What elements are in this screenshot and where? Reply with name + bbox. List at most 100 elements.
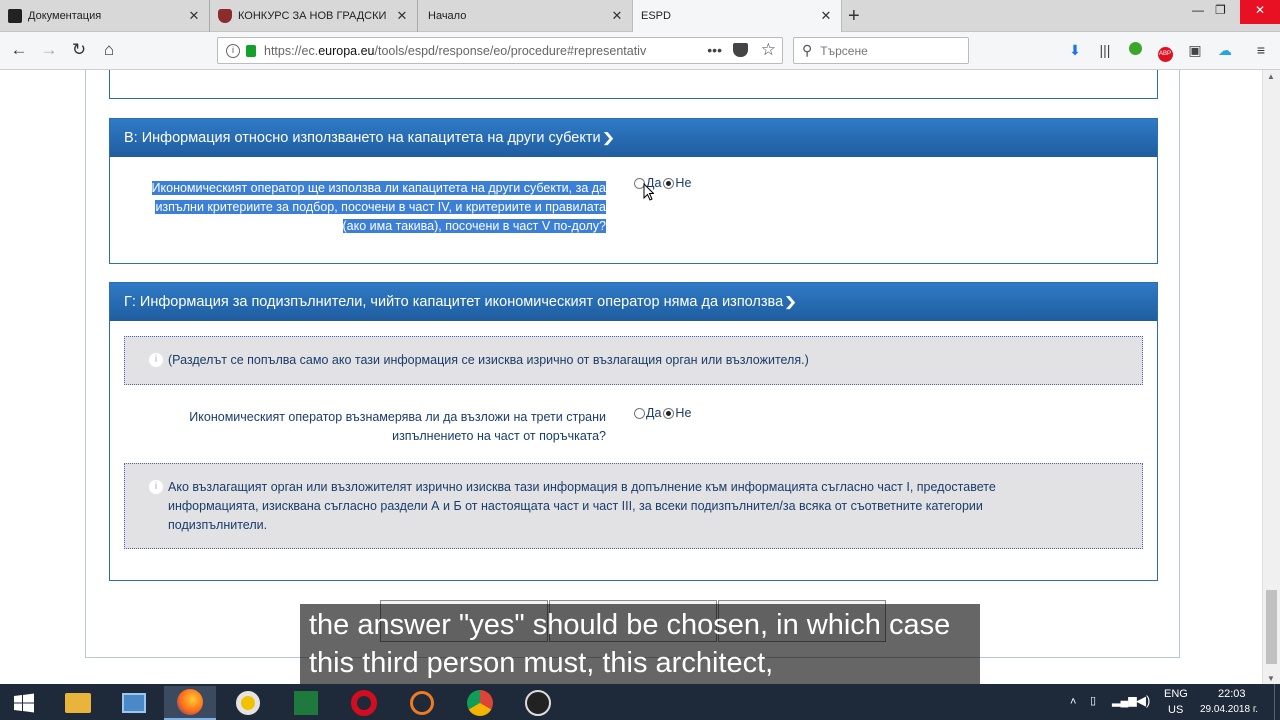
radio-no-label: Не — [675, 406, 692, 420]
firefox-icon — [177, 689, 203, 715]
show-desktop-button[interactable] — [1274, 684, 1280, 720]
scrollbar-thumb[interactable] — [1266, 590, 1277, 664]
page-viewport: В: Информация относно използването на ка… — [0, 70, 1262, 685]
menu-icon[interactable]: ≡ — [1252, 41, 1270, 59]
library-icon[interactable]: ||| — [1096, 41, 1114, 59]
restore-icon[interactable]: ❐ — [1215, 3, 1226, 17]
cloud-icon[interactable]: ☁ — [1216, 41, 1234, 59]
taskbar-obs[interactable] — [512, 686, 564, 720]
clock-time[interactable]: 22:03 — [1218, 688, 1246, 700]
video-subtitle: the answer "yes" should be chosen, in wh… — [300, 604, 980, 684]
tab-title: Начало — [428, 10, 467, 22]
obs-icon — [525, 690, 551, 716]
radio-no-label: Не — [675, 176, 692, 190]
page-actions-icon[interactable]: ••• — [707, 42, 722, 58]
section-b-question: Икономическият оператор ще използва ли к… — [151, 181, 606, 233]
search-icon: ⚲ — [802, 42, 813, 58]
taskbar-excel[interactable] — [280, 686, 332, 720]
language-region[interactable]: US — [1168, 704, 1183, 716]
sidebar-icon[interactable]: ▣ — [1186, 41, 1204, 59]
section-b-title: В: Информация относно използването на ка… — [124, 130, 601, 146]
folder-icon — [65, 693, 91, 713]
section-g-info: Ако възлагащият орган или възложителят и… — [168, 480, 996, 532]
previous-panel — [109, 70, 1158, 99]
info-icon: i — [149, 353, 163, 367]
back-icon[interactable]: ← — [8, 40, 30, 60]
spreadsheet-icon — [294, 691, 318, 715]
section-b-panel: В: Информация относно използването на ка… — [109, 118, 1158, 264]
radio-no[interactable] — [663, 177, 675, 189]
section-g-header[interactable]: Г: Информация за подизпълнители, чийто к… — [110, 283, 1157, 321]
mouse-cursor-icon — [643, 183, 654, 201]
close-tab-icon[interactable]: ✕ — [819, 8, 833, 24]
radio-no[interactable] — [663, 407, 675, 419]
taskbar-app-7[interactable] — [396, 686, 448, 720]
tab-documentation[interactable]: Документация ✕ — [0, 0, 210, 32]
lock-icon — [246, 44, 256, 57]
language-code[interactable]: ENG — [1164, 688, 1188, 700]
tab-contest[interactable]: КОНКУРС ЗА НОВ ГРАДСКИ ... ✕ — [210, 0, 418, 32]
orange-app-icon — [410, 691, 434, 715]
disc-icon — [236, 691, 260, 715]
tab-title: Документация — [28, 10, 102, 22]
section-g-panel: Г: Информация за подизпълнители, чийто к… — [109, 282, 1158, 581]
forward-icon[interactable]: → — [38, 40, 60, 60]
close-tab-icon[interactable]: ✕ — [395, 8, 409, 24]
chevron-down-icon[interactable]: ❯ — [784, 294, 798, 310]
shield-icon — [218, 9, 232, 23]
tab-espd[interactable]: ESPD ✕ — [632, 0, 842, 32]
section-g-info-box: i Ако възлагащият орган или възложителят… — [124, 463, 1143, 549]
signal-icon[interactable]: ▂▄▆ — [1112, 694, 1137, 707]
pocket-icon[interactable] — [733, 43, 748, 57]
section-g-note-box: i (Разделът се попълва само ако тази инф… — [124, 336, 1143, 385]
bookmark-star-icon[interactable]: ☆ — [761, 40, 776, 60]
network-icon[interactable]: ▯ — [1090, 694, 1096, 707]
start-button[interactable] — [0, 686, 48, 720]
scroll-down-icon[interactable]: ▼ — [1267, 674, 1275, 683]
radio-yes[interactable] — [634, 407, 645, 419]
radio-yes-label: Да — [646, 406, 662, 420]
home-icon[interactable]: ⌂ — [98, 40, 120, 60]
taskbar-chrome[interactable] — [454, 686, 506, 720]
search-placeholder: Търсене — [820, 43, 868, 58]
close-tab-icon[interactable]: ✕ — [610, 8, 624, 24]
tab-title: КОНКУРС ЗА НОВ ГРАДСКИ ... — [238, 10, 388, 22]
section-g-title: Г: Информация за подизпълнители, чийто к… — [124, 294, 784, 310]
section-b-header[interactable]: В: Информация относно използването на ка… — [110, 119, 1157, 157]
reload-icon[interactable]: ↻ — [68, 40, 90, 60]
section-g-radio-group: Да Не — [634, 406, 691, 420]
tab-title: ESPD — [641, 10, 671, 22]
scroll-up-icon[interactable]: ▲ — [1267, 72, 1275, 81]
section-g-note: (Разделът се попълва само ако тази инфор… — [168, 353, 809, 367]
vertical-scrollbar[interactable]: ▲ ▼ — [1262, 70, 1280, 685]
info-icon[interactable]: i — [226, 43, 240, 58]
clock-date[interactable]: 29.04.2018 г. — [1200, 704, 1258, 715]
info-icon: i — [149, 480, 163, 494]
new-tab-icon[interactable]: + — [848, 5, 860, 28]
taskbar-app-4[interactable] — [222, 686, 274, 720]
tab-home[interactable]: Начало ✕ — [420, 0, 632, 32]
close-tab-icon[interactable]: ✕ — [187, 8, 201, 24]
close-window-icon[interactable]: ✕ — [1240, 0, 1280, 24]
address-bar[interactable]: i https://ec.europa.eu/tools/espd/respon… — [217, 37, 783, 64]
document-icon — [8, 9, 22, 23]
download-icon[interactable]: ⬇ — [1066, 41, 1084, 59]
taskbar-firefox[interactable] — [164, 686, 216, 720]
tab-strip: Документация ✕ КОНКУРС ЗА НОВ ГРАДСКИ ..… — [0, 0, 1280, 32]
section-g-question: Икономическият оператор възнамерява ли д… — [189, 410, 606, 443]
taskbar-explorer[interactable] — [52, 686, 104, 720]
minimize-icon[interactable]: — — [1192, 3, 1204, 17]
search-input[interactable]: ⚲ Търсене — [793, 37, 969, 64]
taskbar-app-2[interactable] — [108, 686, 160, 720]
chevron-down-icon[interactable]: ❯ — [601, 130, 615, 146]
opera-icon — [351, 690, 377, 716]
volume-icon[interactable]: ◀) — [1136, 693, 1150, 709]
url-text[interactable]: https://ec.europa.eu/tools/espd/response… — [264, 44, 694, 58]
chrome-icon — [467, 690, 493, 716]
adblock-icon[interactable]: ABP — [1156, 41, 1174, 62]
taskbar-opera[interactable] — [338, 686, 390, 720]
taskbar: ˄ ▯ ▂▄▆ ◀) ENG US 22:03 29.04.2018 г. — [0, 684, 1280, 720]
extension-green-icon[interactable] — [1126, 41, 1144, 59]
tray-up-arrow-icon[interactable]: ˄ — [1070, 696, 1076, 708]
windows-logo-icon — [14, 693, 34, 713]
